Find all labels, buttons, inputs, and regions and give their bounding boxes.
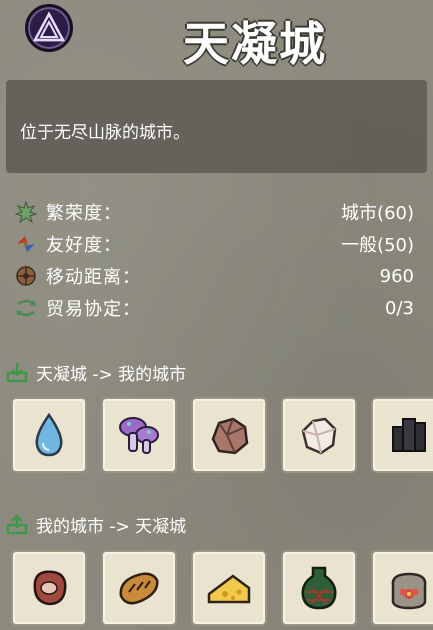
city-title: 天凝城: [183, 17, 327, 71]
prosperity-icon: [14, 200, 38, 224]
export-item-slot[interactable]: [11, 550, 87, 626]
export-item-slot[interactable]: [281, 550, 357, 626]
import-item-slot[interactable]: [281, 397, 357, 473]
stat-trade-agreement: 贸易协定： 0/3: [14, 293, 414, 323]
import-item-slot[interactable]: [101, 397, 177, 473]
stat-prosperity: 繁荣度： 城市(60): [14, 197, 414, 227]
distance-value: 960: [379, 265, 414, 287]
import-items: [11, 397, 433, 473]
stat-distance: 移动距离： 960: [14, 261, 414, 291]
black-stone-icon: [392, 418, 426, 452]
header: 天凝城: [0, 0, 433, 80]
prosperity-value: 城市(60): [341, 203, 414, 224]
import-item-slot[interactable]: [11, 397, 87, 473]
export-items: [11, 550, 433, 626]
import-item-slot[interactable]: [191, 397, 267, 473]
export-item-slot[interactable]: [101, 550, 177, 626]
flower-sack-icon: [391, 572, 427, 610]
wine-jug-icon: [301, 566, 337, 610]
export-item-slot[interactable]: [191, 550, 267, 626]
copper-ore-icon: [211, 417, 249, 455]
purple-mushroom-icon: [119, 417, 159, 454]
city-emblem-icon[interactable]: [25, 4, 73, 52]
trade-agreement-icon: [14, 296, 38, 320]
import-item-slot[interactable]: [371, 397, 433, 473]
water-drop-icon: [35, 412, 63, 457]
export-section-header: 我的城市 -> 天凝城: [6, 511, 186, 537]
description-panel: 位于无尽山脉的城市。: [6, 80, 427, 173]
friendship-icon: [14, 232, 38, 256]
import-arrow-icon: [6, 361, 28, 383]
bread-loaf-icon: [119, 572, 159, 605]
city-description: 位于无尽山脉的城市。: [20, 123, 190, 143]
stat-friendship: 友好度： 一般(50): [14, 229, 414, 259]
distance-icon: [14, 264, 38, 288]
export-arrow-icon: [6, 513, 28, 535]
import-section-header: 天凝城 -> 我的城市: [6, 359, 186, 385]
cheese-icon: [207, 574, 251, 604]
export-item-slot[interactable]: [371, 550, 433, 626]
white-crystal-icon: [301, 417, 337, 455]
meat-steak-icon: [33, 570, 67, 606]
trade-agreement-value: 0/3: [385, 297, 414, 319]
friendship-value: 一般(50): [341, 235, 414, 256]
